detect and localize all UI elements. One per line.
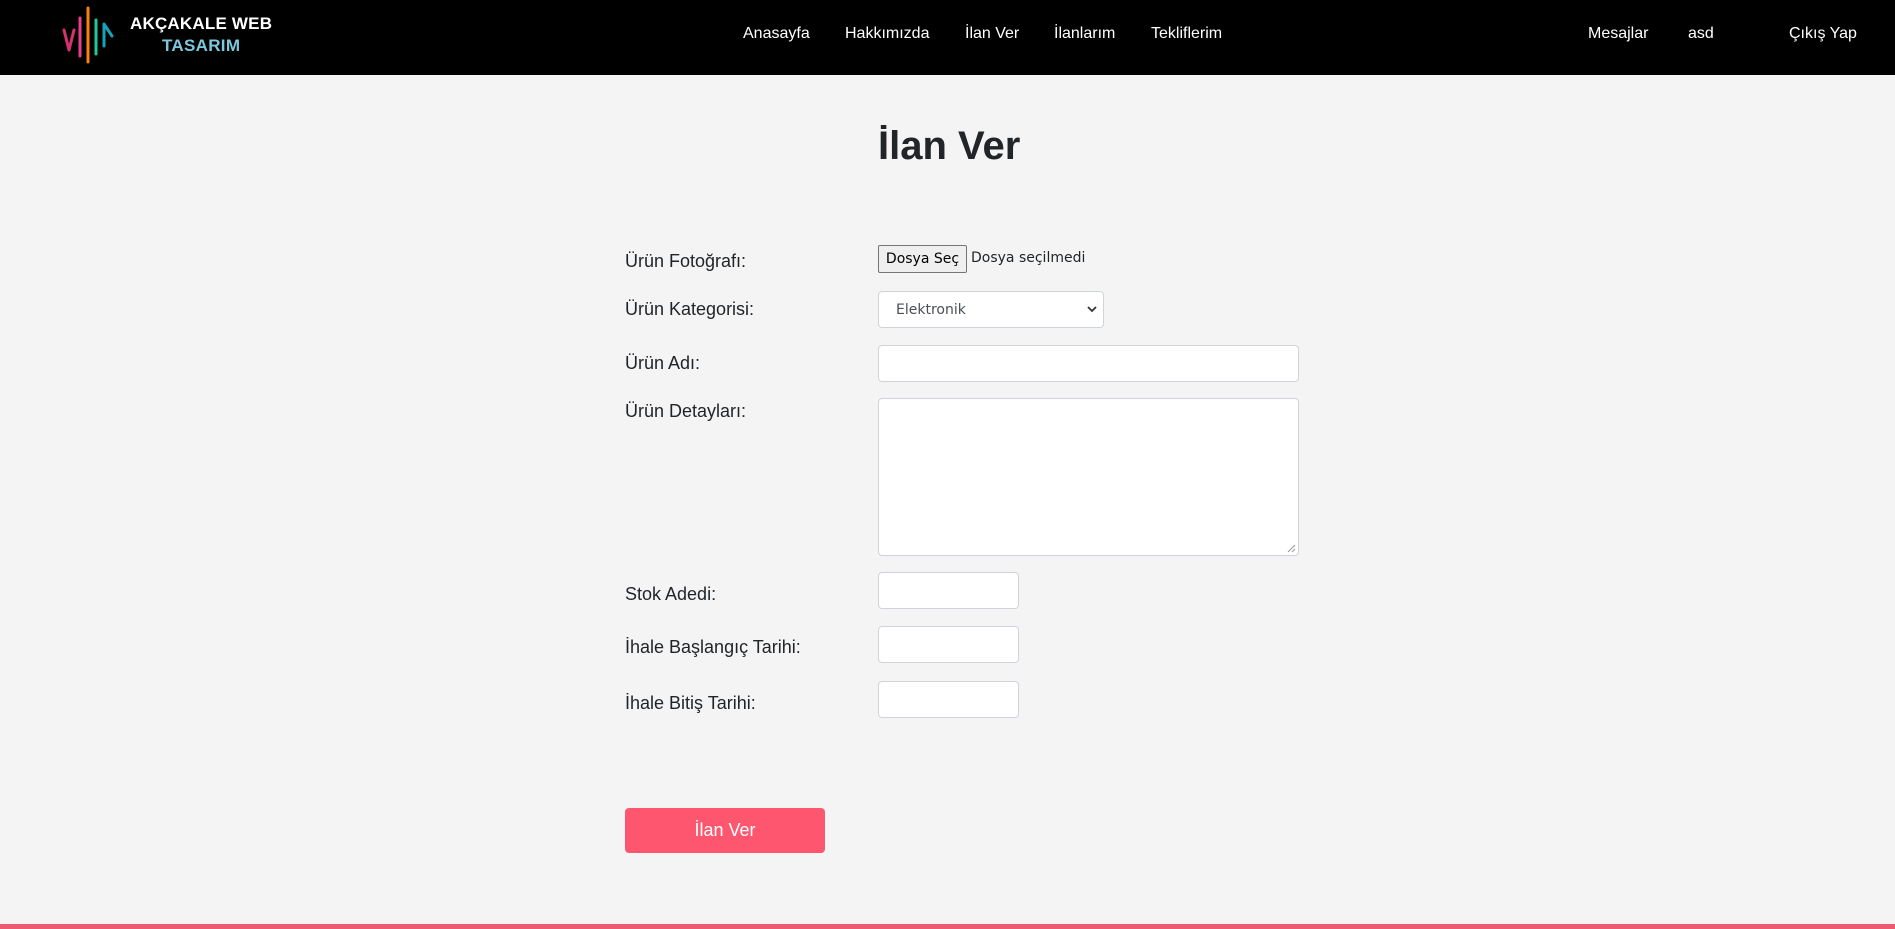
stock-label: Stok Adedi: bbox=[625, 584, 717, 604]
footer-accent-bar bbox=[0, 924, 1895, 929]
chevron-down-icon bbox=[1087, 306, 1097, 313]
category-select[interactable]: Elektronik bbox=[878, 291, 1104, 328]
product-details-textarea[interactable] bbox=[878, 398, 1299, 556]
auction-end-label: İhale Bitiş Tarihi: bbox=[625, 693, 756, 713]
resize-grip-icon[interactable] bbox=[1287, 544, 1296, 553]
nav-username[interactable]: asd bbox=[1688, 25, 1714, 43]
nav-my-listings[interactable]: İlanlarım bbox=[1054, 25, 1115, 43]
category-label: Ürün Kategorisi: bbox=[625, 299, 755, 319]
auction-end-input[interactable] bbox=[878, 681, 1019, 718]
stock-input[interactable] bbox=[878, 572, 1019, 609]
auction-start-label: İhale Başlangıç Tarihi: bbox=[625, 637, 801, 657]
product-name-input[interactable] bbox=[878, 345, 1299, 382]
nav-messages[interactable]: Mesajlar bbox=[1588, 25, 1648, 43]
top-navbar: AKÇAKALE WEB TASARIM Anasayfa Hakkımızda… bbox=[0, 0, 1895, 75]
nav-post-listing[interactable]: İlan Ver bbox=[965, 25, 1019, 43]
brand-name: AKÇAKALE WEB bbox=[130, 14, 273, 33]
category-selected-value: Elektronik bbox=[896, 301, 966, 318]
product-details-label: Ürün Detayları: bbox=[625, 401, 747, 421]
file-status-text: Dosya seçilmedi bbox=[971, 250, 1086, 266]
brand-subtitle: TASARIM bbox=[162, 36, 241, 55]
product-name-label: Ürün Adı: bbox=[625, 353, 701, 373]
nav-logout[interactable]: Çıkış Yap bbox=[1789, 25, 1857, 43]
page-title: İlan Ver bbox=[878, 124, 1021, 168]
nav-my-offers[interactable]: Tekliflerim bbox=[1151, 25, 1222, 43]
submit-listing-button[interactable]: İlan Ver bbox=[625, 808, 825, 853]
choose-file-button[interactable]: Dosya Seç bbox=[878, 245, 967, 273]
sound-wave-logo-icon bbox=[62, 6, 114, 64]
nav-home[interactable]: Anasayfa bbox=[743, 25, 810, 43]
photo-label: Ürün Fotoğrafı: bbox=[625, 251, 747, 271]
brand-logo[interactable]: AKÇAKALE WEB TASARIM bbox=[62, 6, 272, 64]
nav-about[interactable]: Hakkımızda bbox=[845, 25, 929, 43]
auction-start-input[interactable] bbox=[878, 626, 1019, 663]
